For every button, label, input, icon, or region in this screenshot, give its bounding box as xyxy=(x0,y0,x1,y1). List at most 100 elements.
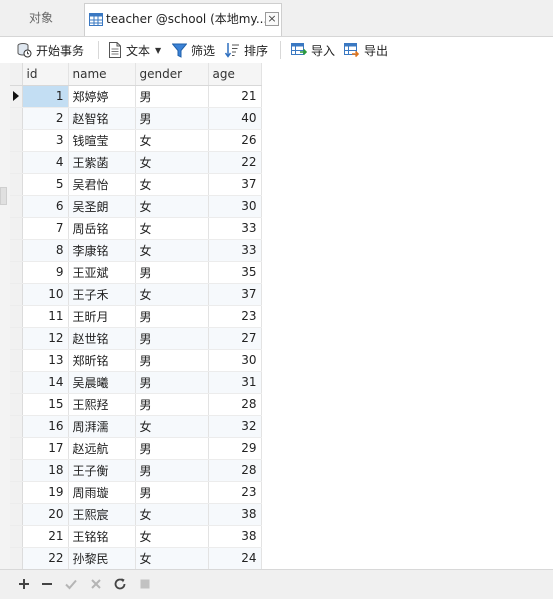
table-row[interactable]: 11 王昕月男 23 xyxy=(10,305,262,328)
cell-name[interactable]: 周湃濡 xyxy=(68,415,136,438)
cell-age[interactable]: 37 xyxy=(208,173,262,196)
column-header-age[interactable]: age xyxy=(208,63,262,86)
column-header-gender[interactable]: gender xyxy=(135,63,209,86)
table-row[interactable]: 14 吴晨曦男 31 xyxy=(10,371,262,394)
cell-gender[interactable]: 女 xyxy=(135,151,209,174)
row-indicator[interactable] xyxy=(10,371,23,394)
cell-gender[interactable]: 女 xyxy=(135,217,209,240)
chevron-down-icon[interactable]: ▼ xyxy=(155,46,161,55)
cell-id[interactable]: 19 xyxy=(22,481,69,504)
column-header-name[interactable]: name xyxy=(68,63,136,86)
cell-id[interactable]: 3 xyxy=(22,129,69,152)
close-icon[interactable]: × xyxy=(265,12,279,26)
cell-name[interactable]: 周岳铭 xyxy=(68,217,136,240)
export-button[interactable]: 导出 xyxy=(344,39,388,61)
column-header-id[interactable]: id xyxy=(22,63,69,86)
row-indicator[interactable] xyxy=(10,547,23,570)
row-indicator[interactable] xyxy=(10,503,23,526)
row-indicator[interactable] xyxy=(10,173,23,196)
table-row[interactable]: 5 吴君怡女 37 xyxy=(10,173,262,196)
row-indicator[interactable] xyxy=(10,349,23,372)
cell-age[interactable]: 23 xyxy=(208,305,262,328)
cell-gender[interactable]: 男 xyxy=(135,371,209,394)
cell-age[interactable]: 32 xyxy=(208,415,262,438)
cell-age[interactable]: 30 xyxy=(208,349,262,372)
table-row[interactable]: 21 王铭铭女 38 xyxy=(10,525,262,548)
cell-gender[interactable]: 女 xyxy=(135,239,209,262)
cell-gender[interactable]: 男 xyxy=(135,459,209,482)
cell-age[interactable]: 37 xyxy=(208,283,262,306)
cell-name[interactable]: 王铭铭 xyxy=(68,525,136,548)
cell-gender[interactable]: 男 xyxy=(135,261,209,284)
begin-transaction-button[interactable]: 开始事务 xyxy=(16,39,84,61)
table-row[interactable]: 2 赵智铭男 40 xyxy=(10,107,262,130)
cell-name[interactable]: 赵世铭 xyxy=(68,327,136,350)
cell-gender[interactable]: 女 xyxy=(135,525,209,548)
cell-gender[interactable]: 男 xyxy=(135,349,209,372)
table-row[interactable]: 9 王亚斌男 35 xyxy=(10,261,262,284)
cell-name[interactable]: 周雨璇 xyxy=(68,481,136,504)
row-indicator[interactable] xyxy=(10,239,23,262)
cell-gender[interactable]: 男 xyxy=(135,393,209,416)
cell-name[interactable]: 王亚斌 xyxy=(68,261,136,284)
cell-name[interactable]: 吴晨曦 xyxy=(68,371,136,394)
cell-age[interactable]: 28 xyxy=(208,393,262,416)
row-indicator[interactable] xyxy=(10,415,23,438)
table-row[interactable]: 16 周湃濡女 32 xyxy=(10,415,262,438)
cell-gender[interactable]: 女 xyxy=(135,129,209,152)
cell-id[interactable]: 17 xyxy=(22,437,69,460)
table-row[interactable]: 22 孙黎民女 24 xyxy=(10,547,262,570)
table-row[interactable]: 7 周岳铭女 33 xyxy=(10,217,262,240)
resize-handle[interactable] xyxy=(0,187,7,205)
table-row[interactable]: 10 王子禾女 37 xyxy=(10,283,262,306)
row-indicator[interactable] xyxy=(10,459,23,482)
row-indicator[interactable] xyxy=(10,151,23,174)
row-indicator[interactable] xyxy=(10,107,23,130)
cell-gender[interactable]: 男 xyxy=(135,85,209,108)
row-indicator[interactable] xyxy=(10,481,23,504)
cell-name[interactable]: 王熙羟 xyxy=(68,393,136,416)
row-indicator[interactable] xyxy=(10,195,23,218)
cell-gender[interactable]: 男 xyxy=(135,327,209,350)
tab-objects[interactable]: 对象 xyxy=(0,3,82,35)
cell-age[interactable]: 28 xyxy=(208,459,262,482)
table-row[interactable]: 6 吴圣朗女 30 xyxy=(10,195,262,218)
cell-age[interactable]: 38 xyxy=(208,525,262,548)
cell-age[interactable]: 31 xyxy=(208,371,262,394)
cell-name[interactable]: 吴圣朗 xyxy=(68,195,136,218)
row-indicator[interactable] xyxy=(10,283,23,306)
cell-id[interactable]: 6 xyxy=(22,195,69,218)
table-row[interactable]: 13 郑昕铭男 30 xyxy=(10,349,262,372)
cell-id[interactable]: 16 xyxy=(22,415,69,438)
cell-name[interactable]: 王熙宸 xyxy=(68,503,136,526)
cell-id[interactable]: 7 xyxy=(22,217,69,240)
cell-age[interactable]: 26 xyxy=(208,129,262,152)
row-indicator[interactable] xyxy=(10,305,23,328)
cell-age[interactable]: 23 xyxy=(208,481,262,504)
cell-age[interactable]: 29 xyxy=(208,437,262,460)
sort-button[interactable]: 排序 xyxy=(225,39,268,61)
cell-id[interactable]: 12 xyxy=(22,327,69,350)
cell-age[interactable]: 38 xyxy=(208,503,262,526)
cell-gender[interactable]: 女 xyxy=(135,283,209,306)
cell-name[interactable]: 郑婷婷 xyxy=(68,85,136,108)
row-indicator[interactable] xyxy=(10,525,23,548)
minus-icon[interactable] xyxy=(40,577,54,591)
text-view-button[interactable]: 文本 ▼ xyxy=(108,39,161,61)
table-row[interactable]: 3 钱暄莹女 26 xyxy=(10,129,262,152)
cell-id[interactable]: 9 xyxy=(22,261,69,284)
row-indicator[interactable] xyxy=(10,129,23,152)
table-row[interactable]: 18 王子衡男 28 xyxy=(10,459,262,482)
cell-gender[interactable]: 女 xyxy=(135,547,209,570)
cell-id[interactable]: 10 xyxy=(22,283,69,306)
row-indicator[interactable] xyxy=(10,217,23,240)
cell-gender[interactable]: 女 xyxy=(135,195,209,218)
cell-gender[interactable]: 男 xyxy=(135,107,209,130)
row-indicator[interactable] xyxy=(10,327,23,350)
cell-name[interactable]: 王子衡 xyxy=(68,459,136,482)
cell-age[interactable]: 22 xyxy=(208,151,262,174)
cell-name[interactable]: 孙黎民 xyxy=(68,547,136,570)
row-indicator[interactable] xyxy=(10,437,23,460)
cell-age[interactable]: 33 xyxy=(208,217,262,240)
table-row[interactable]: 12 赵世铭男 27 xyxy=(10,327,262,350)
